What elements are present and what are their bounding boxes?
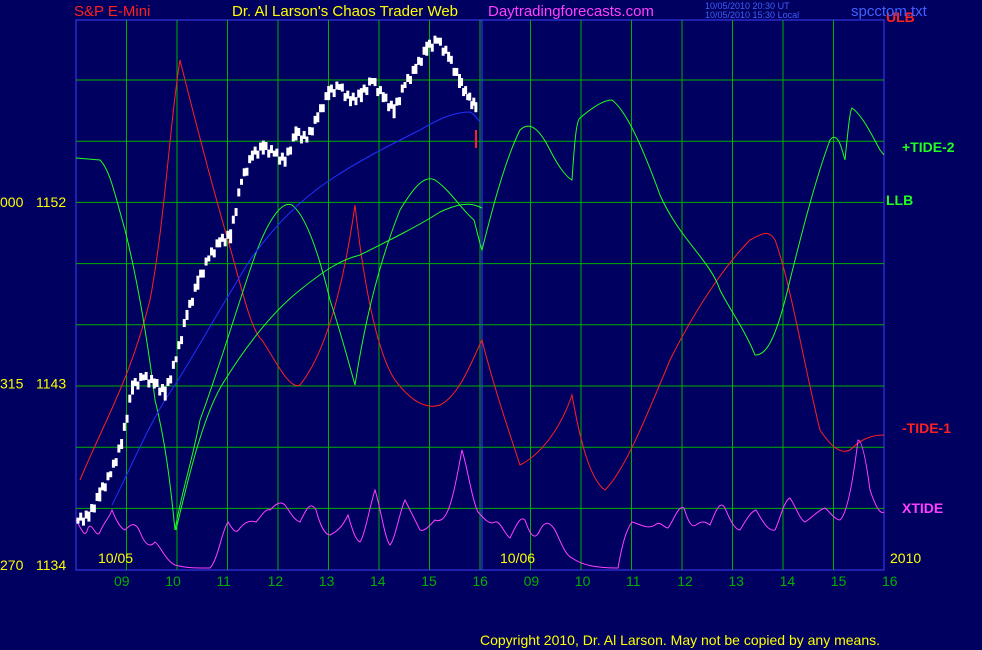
chart-title: Dr. Al Larson's Chaos Trader Web — [232, 3, 458, 20]
label-tide1: -TIDE-1 — [902, 420, 951, 436]
x-tick-label: 11 — [626, 573, 641, 589]
x-tick-label: 13 — [728, 573, 744, 589]
x-tick-label: 15 — [421, 573, 437, 589]
x-tick-label: 09 — [524, 573, 540, 589]
y-tick-label: 1152 — [36, 194, 66, 210]
y-tick-prefix: 000 — [0, 194, 24, 210]
label-xtide: XTIDE — [902, 500, 943, 516]
y-axis-labels: 000 1152 315 1143 270 1134 — [0, 194, 66, 573]
x-tick-label: 11 — [216, 573, 231, 589]
x-tick-label: 14 — [780, 573, 796, 589]
timestamp-local: 10/05/2010 15:30 Local — [705, 10, 799, 20]
y-tick-label: 1143 — [36, 376, 66, 392]
site-name: Daytradingforecasts.com — [488, 3, 654, 20]
copyright-notice: Copyright 2010, Dr. Al Larson. May not b… — [480, 632, 880, 648]
x-tick-label: 10 — [165, 573, 181, 589]
label-tide2: +TIDE-2 — [902, 139, 955, 155]
x-tick-label: 12 — [268, 573, 284, 589]
label-llb: LLB — [886, 192, 913, 208]
x-tick-label: 15 — [831, 573, 847, 589]
year-label: 2010 — [890, 550, 921, 566]
x-tick-label: 10 — [575, 573, 591, 589]
date-label-2: 10/06 — [500, 550, 535, 566]
x-tick-label: 16 — [472, 573, 488, 589]
date-label-1: 10/05 — [98, 550, 133, 566]
x-tick-label: 13 — [319, 573, 335, 589]
x-tick-label: 16 — [882, 573, 898, 589]
chart: 000 1152315 1143270 1134 09 10 11 12 13 14 15 16 09… — [0, 1, 955, 648]
y-tick-prefix: 270 — [0, 557, 24, 573]
x-tick-label: 14 — [370, 573, 386, 589]
x-axis-labels: 09 10 11 12 13 14 15 16 09 10 11 12 13 14 15 16 — [114, 573, 898, 589]
y-tick-prefix: 315 — [0, 376, 24, 392]
x-tick-label: 12 — [677, 573, 693, 589]
y-tick-label: 1134 — [36, 557, 66, 573]
symbol-title: S&P E-Mini — [74, 3, 150, 20]
grid — [76, 20, 884, 570]
data-file-name: spcctom.txt — [851, 3, 928, 20]
x-tick-label: 09 — [114, 573, 130, 589]
